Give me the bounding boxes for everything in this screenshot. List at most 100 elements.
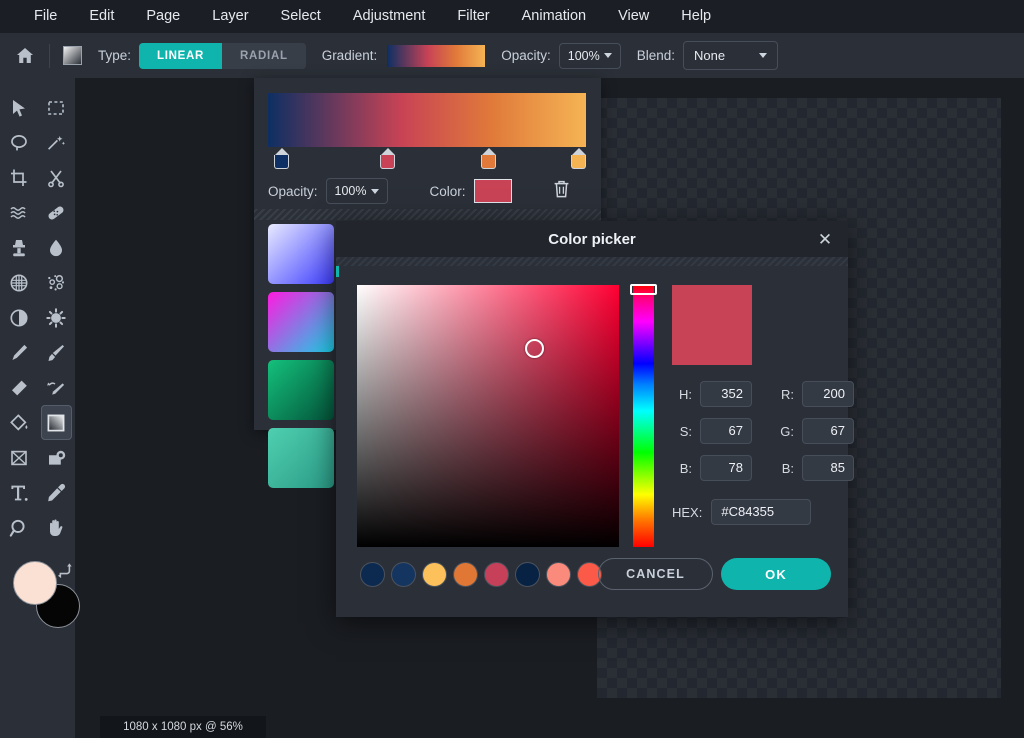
menu-item-adjustment[interactable]: Adjustment <box>337 0 442 33</box>
clone-stamp-tool[interactable] <box>3 230 35 265</box>
menu-item-animation[interactable]: Animation <box>506 0 602 33</box>
blue-label: B: <box>781 460 794 476</box>
eyedropper-tool[interactable] <box>41 475 73 510</box>
eraser-tool[interactable] <box>3 370 35 405</box>
sv-black-layer <box>357 285 619 547</box>
crop-tool[interactable] <box>3 160 35 195</box>
ok-button[interactable]: OK <box>721 558 831 590</box>
gradient-tool[interactable] <box>40 405 72 440</box>
preset-teal[interactable] <box>268 428 334 488</box>
hue-input[interactable]: 352 <box>700 381 752 407</box>
menu-item-layer[interactable]: Layer <box>196 0 264 33</box>
menu-item-page[interactable]: Page <box>130 0 196 33</box>
gradient-stop-1[interactable] <box>380 148 395 169</box>
move-tool[interactable] <box>3 90 35 125</box>
gradient-swatch-icon[interactable] <box>63 46 82 65</box>
saturation-input[interactable]: 67 <box>700 418 752 444</box>
gradient-ramp[interactable] <box>268 93 586 147</box>
gradient-stop-tip <box>274 148 289 155</box>
gradient-stop-3[interactable] <box>571 148 586 169</box>
preset-blue-violet[interactable] <box>268 224 334 284</box>
red-input[interactable]: 200 <box>802 381 854 407</box>
panel-divider-stripes <box>254 209 601 220</box>
image-editor-app: File Edit Page Layer Select Adjustment F… <box>0 0 1024 738</box>
close-icon[interactable]: ✕ <box>814 229 836 251</box>
brightness-input[interactable]: 78 <box>700 455 752 481</box>
stop-color-button[interactable] <box>473 179 512 203</box>
shape-tool[interactable] <box>41 440 73 475</box>
preset-magenta-cyan[interactable] <box>268 292 334 352</box>
particles-tool[interactable] <box>41 265 73 300</box>
paint-bucket-tool[interactable] <box>3 405 35 440</box>
magic-wand-tool[interactable] <box>41 125 73 160</box>
blend-mode-select[interactable]: None <box>683 41 779 70</box>
gradient-stop-0[interactable] <box>274 148 289 169</box>
type-label: Type: <box>98 48 132 63</box>
paintbrush-tool[interactable] <box>41 335 73 370</box>
blur-tool[interactable] <box>41 230 73 265</box>
swatch-amber[interactable] <box>422 562 447 587</box>
red-label: R: <box>781 386 794 402</box>
gradient-type-segmented: LINEAR RADIAL <box>139 42 306 69</box>
swap-colors-icon[interactable] <box>55 561 73 584</box>
gradient-type-linear-button[interactable]: LINEAR <box>139 42 223 69</box>
swatch-crimson[interactable] <box>484 562 509 587</box>
sv-cursor[interactable] <box>525 339 544 358</box>
hand-tool[interactable] <box>41 510 73 545</box>
hue-slider[interactable] <box>633 285 654 547</box>
swatch-midnight[interactable] <box>515 562 540 587</box>
lasso-tool[interactable] <box>3 125 35 160</box>
saturation-value-field[interactable] <box>357 285 619 547</box>
hex-label: HEX: <box>672 504 703 520</box>
menu-item-file[interactable]: File <box>18 0 73 33</box>
opacity-dropdown[interactable]: 100% <box>558 42 621 69</box>
blue-input[interactable]: 85 <box>802 455 854 481</box>
swatch-orange[interactable] <box>453 562 478 587</box>
menu-item-help[interactable]: Help <box>665 0 727 33</box>
divider <box>49 43 50 68</box>
contrast-tool[interactable] <box>3 300 35 335</box>
hex-input[interactable]: #C84355 <box>711 499 812 525</box>
pen-tool[interactable] <box>3 335 35 370</box>
swatch-navy-dark[interactable] <box>360 562 385 587</box>
stop-opacity-value: 100% <box>334 184 367 198</box>
mesh-warp-tool[interactable] <box>3 265 35 300</box>
stop-opacity-dropdown[interactable]: 100% <box>325 178 388 204</box>
marquee-select-tool[interactable] <box>41 90 73 125</box>
menu-item-filter[interactable]: Filter <box>441 0 505 33</box>
gradient-presets-list <box>268 224 334 496</box>
gradient-preview-button[interactable] <box>387 44 486 67</box>
menu-item-edit[interactable]: Edit <box>73 0 130 33</box>
cancel-button[interactable]: CANCEL <box>598 558 713 590</box>
smudge-tool[interactable] <box>41 370 73 405</box>
healing-tool[interactable] <box>41 195 73 230</box>
zoom-tool[interactable] <box>3 510 35 545</box>
menubar: File Edit Page Layer Select Adjustment F… <box>0 0 1024 33</box>
swatch-salmon[interactable] <box>546 562 571 587</box>
stop-opacity-label: Opacity: <box>268 183 318 199</box>
status-bar: 1080 x 1080 px @ 56% <box>100 716 266 738</box>
green-label: G: <box>780 423 794 439</box>
effects-tool[interactable] <box>41 300 73 335</box>
gradient-label: Gradient: <box>321 48 378 63</box>
text-tool[interactable] <box>3 475 35 510</box>
green-input[interactable]: 67 <box>802 418 854 444</box>
menu-item-select[interactable]: Select <box>265 0 337 33</box>
menu-item-view[interactable]: View <box>602 0 665 33</box>
hue-slider-handle[interactable] <box>630 284 657 295</box>
gradient-stop-tip <box>380 148 395 155</box>
transform-tool[interactable] <box>3 440 35 475</box>
preset-green[interactable] <box>268 360 334 420</box>
gradient-stop-color <box>571 155 586 169</box>
swatch-navy[interactable] <box>391 562 416 587</box>
home-icon[interactable] <box>10 41 40 71</box>
foreground-color-well[interactable] <box>13 561 57 605</box>
color-preview-swatch <box>672 285 752 365</box>
scissors-tool[interactable] <box>41 160 73 195</box>
trash-icon[interactable] <box>552 179 571 204</box>
blend-label: Blend: <box>636 48 676 63</box>
liquify-tool[interactable] <box>3 195 35 230</box>
recent-swatches <box>360 562 602 587</box>
gradient-type-radial-button[interactable]: RADIAL <box>222 42 306 69</box>
gradient-stop-2[interactable] <box>481 148 496 169</box>
